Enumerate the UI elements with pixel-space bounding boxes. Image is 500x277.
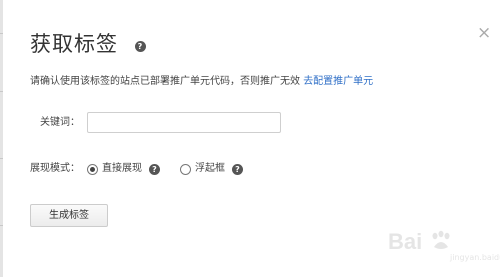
notice-text: 请确认使用该标签的站点已部署推广单元代码，否则推广无效 xyxy=(30,76,300,87)
keyword-label: 关键词： xyxy=(40,117,80,128)
help-icon[interactable]: ? xyxy=(135,41,146,52)
dialog-title: 获取标签 ? xyxy=(30,30,146,58)
deploy-notice: 请确认使用该标签的站点已部署推广单元代码，否则推广无效 去配置推广单元 xyxy=(30,75,373,89)
radio-float-box[interactable] xyxy=(180,164,191,175)
display-mode-label: 展现模式： xyxy=(30,163,80,174)
direct-display-help-icon[interactable]: ? xyxy=(149,164,160,175)
option-direct-display-label[interactable]: 直接展现 xyxy=(102,162,142,176)
baidu-watermark: Bai jingyan.baidu.com xyxy=(388,227,500,267)
configure-unit-link[interactable]: 去配置推广单元 xyxy=(303,76,373,87)
keyword-input[interactable] xyxy=(87,112,281,133)
paw-icon xyxy=(432,230,450,249)
dialog-title-text: 获取标签 xyxy=(30,32,118,56)
background-page-edge xyxy=(0,0,3,277)
watermark-subtext: jingyan.baidu.com xyxy=(450,253,500,262)
watermark-logo-text: Bai xyxy=(388,229,423,254)
radio-direct-display[interactable] xyxy=(87,164,98,175)
get-tag-dialog: 获取标签 ? × 请确认使用该标签的站点已部署推广单元代码，否则推广无效 去配置… xyxy=(0,0,500,277)
option-float-box-label[interactable]: 浮起框 xyxy=(195,162,225,176)
radio-selected-dot xyxy=(90,167,95,172)
float-box-help-icon[interactable]: ? xyxy=(232,164,243,175)
generate-tag-button[interactable]: 生成标签 xyxy=(30,204,108,227)
close-icon[interactable]: × xyxy=(477,24,491,42)
